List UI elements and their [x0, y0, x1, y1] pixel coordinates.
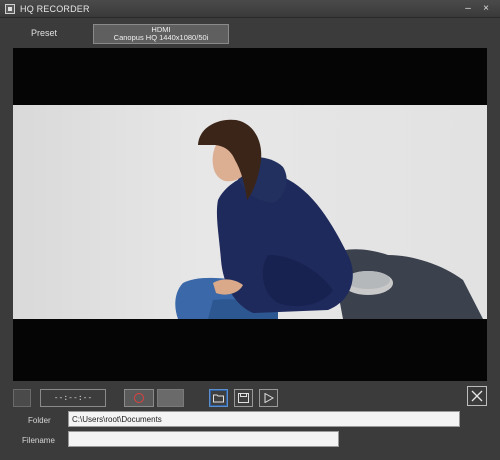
close-button[interactable] [467, 386, 487, 406]
folder-path-input[interactable] [68, 411, 460, 427]
open-folder-button[interactable] [209, 389, 228, 407]
window-close-button[interactable]: × [480, 3, 492, 15]
minimize-button[interactable]: – [462, 3, 474, 15]
filename-label: Filename [22, 436, 55, 445]
title-bar: HQ RECORDER – × [0, 0, 500, 18]
preview-image [175, 119, 483, 319]
preset-label: Preset [31, 28, 58, 38]
window-title: HQ RECORDER [20, 4, 90, 14]
preset-format: Canopus HQ 1440x1080/50i [113, 33, 209, 42]
close-icon [471, 390, 483, 402]
play-button[interactable] [259, 389, 278, 407]
record-button[interactable] [124, 389, 154, 407]
record-icon [134, 393, 144, 403]
save-icon [238, 393, 249, 403]
video-preview [13, 48, 487, 381]
stop-button[interactable] [157, 389, 184, 407]
folder-icon [213, 394, 224, 403]
video-frame [13, 105, 487, 319]
monitor-toggle-button[interactable] [13, 389, 31, 407]
folder-label: Folder [28, 416, 51, 425]
filename-input[interactable] [68, 431, 339, 447]
preset-selector[interactable]: HDMI Canopus HQ 1440x1080/50i [93, 24, 229, 44]
play-icon [264, 393, 274, 403]
save-button[interactable] [234, 389, 253, 407]
timecode-display: --:--:-- [40, 389, 106, 407]
app-icon [5, 4, 15, 14]
